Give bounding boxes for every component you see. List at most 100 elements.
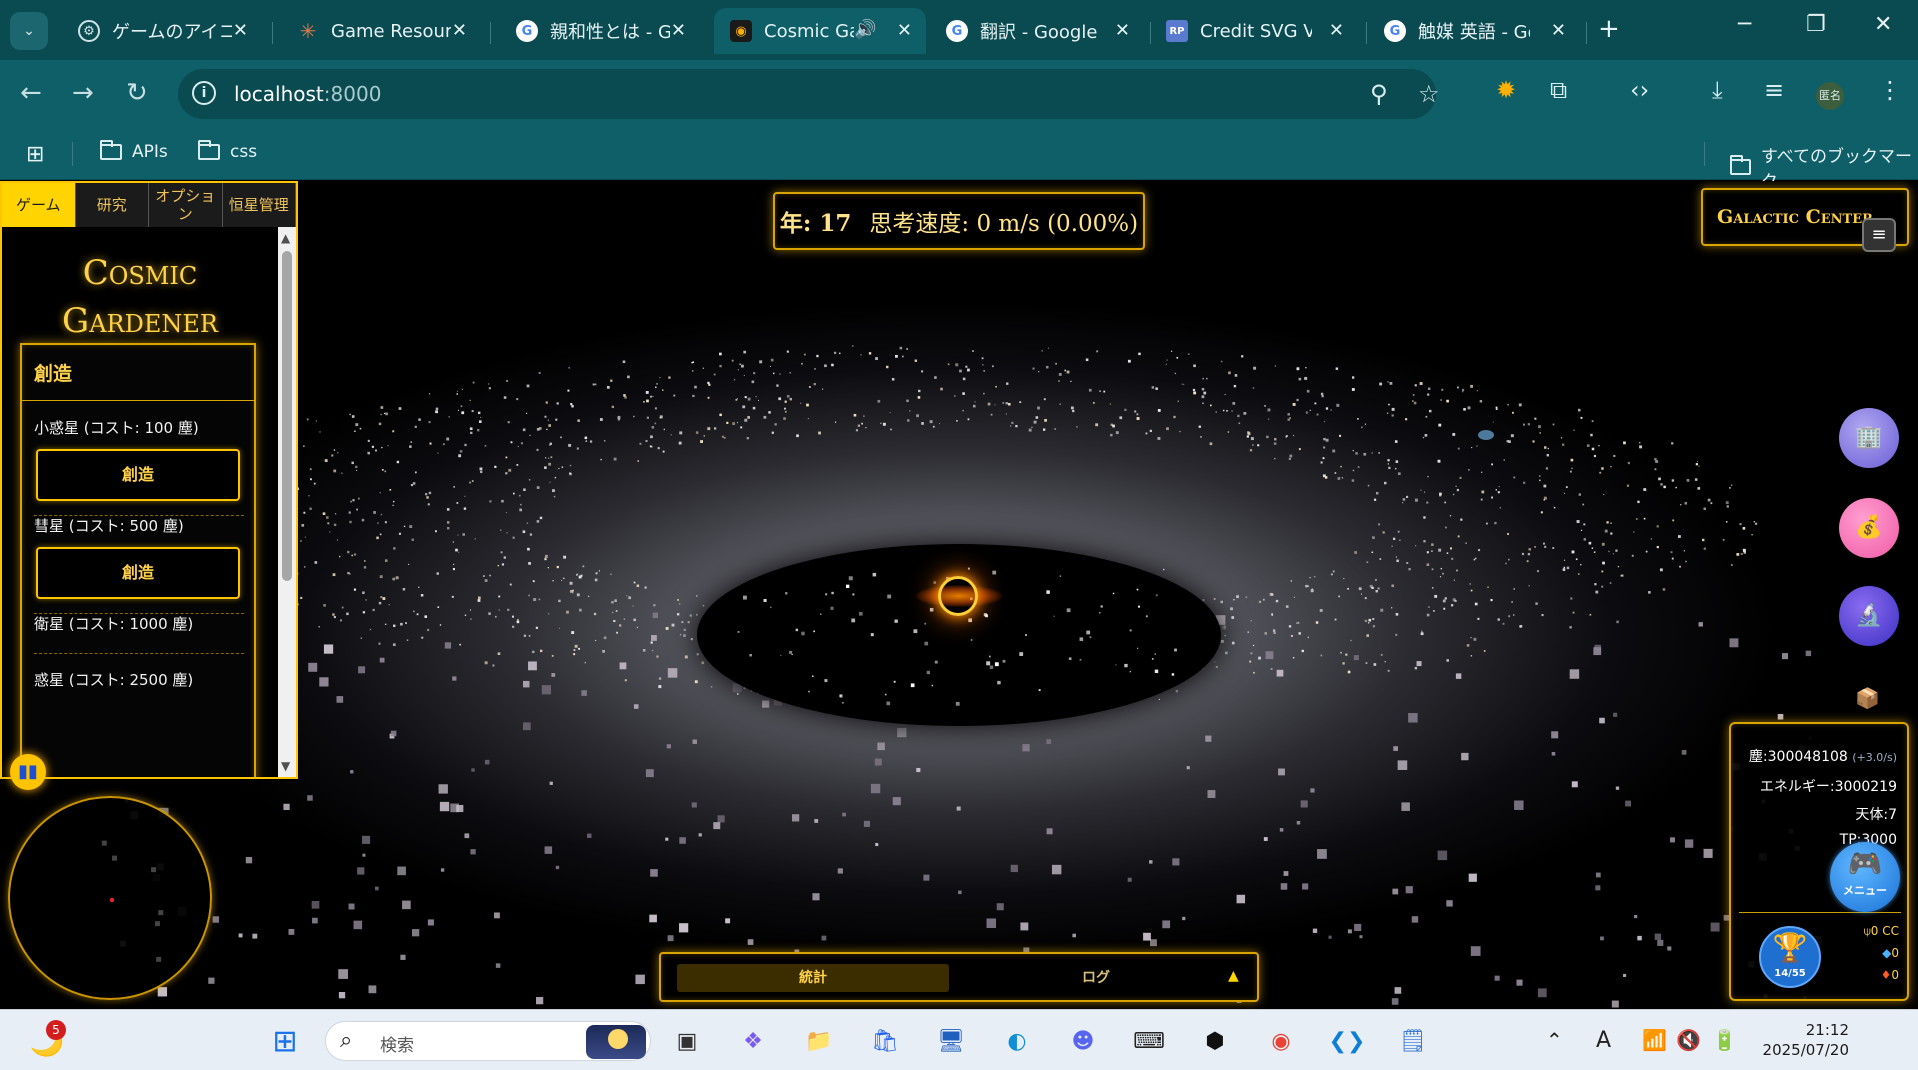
tab-statistics[interactable]: 統計 xyxy=(677,964,949,992)
bookmark-star-icon[interactable]: ☆ xyxy=(1418,80,1440,108)
star xyxy=(501,563,505,566)
star xyxy=(333,616,336,619)
star xyxy=(1268,418,1270,420)
clock[interactable]: 21:12 2025/07/20 xyxy=(1757,1020,1849,1060)
extension-icon[interactable]: ✹ xyxy=(1496,76,1516,104)
close-window-icon[interactable]: ✕ xyxy=(1874,12,1892,37)
star xyxy=(962,409,964,412)
hamburger-menu-icon[interactable]: ≡ xyxy=(1862,218,1896,252)
money-bag-icon[interactable]: 💰 xyxy=(1839,498,1899,558)
tab-options[interactable]: オプション xyxy=(149,183,223,227)
ime-indicator[interactable]: A xyxy=(1596,1028,1611,1053)
back-icon[interactable]: ← xyxy=(20,78,42,108)
tab-3[interactable]: G 親和性とは - Go ✕ xyxy=(500,8,700,54)
restore-icon[interactable]: ❐ xyxy=(1806,12,1826,37)
taskbar-search[interactable]: ⌕ 検索 xyxy=(325,1021,651,1061)
tab-log[interactable]: ログ xyxy=(961,964,1231,992)
menu-label: メニュー xyxy=(1843,884,1887,897)
tab-5[interactable]: G 翻訳 - Google 翻 ✕ xyxy=(930,8,1144,54)
download-icon[interactable]: ⤓ xyxy=(1712,76,1723,104)
bookmark-apis[interactable]: APIs xyxy=(100,140,168,162)
star xyxy=(744,396,747,399)
tab-4-active[interactable]: ◉ Cosmic Gardener 🔊 ✕ xyxy=(714,8,926,54)
microsoft-store-icon[interactable]: 🛍 xyxy=(866,1022,904,1060)
wifi-icon[interactable]: 📶 xyxy=(1642,1028,1667,1052)
stats-chart-icon[interactable]: ▮▮ xyxy=(10,754,46,790)
star xyxy=(650,445,653,448)
left-panel-content[interactable]: Cosmic Gardener 創造 小惑星 (コスト: 100 塵) 創造 彗… xyxy=(2,227,278,777)
file-explorer-icon[interactable]: 📁 xyxy=(800,1022,838,1060)
close-icon[interactable]: ✕ xyxy=(1551,20,1566,41)
media-control-icon[interactable]: ≡ xyxy=(1764,76,1784,104)
zoom-icon[interactable]: ⚲ xyxy=(1370,80,1388,108)
windows-start-icon[interactable]: ⊞ xyxy=(266,1022,304,1060)
new-tab-button[interactable]: + xyxy=(1598,14,1620,44)
star xyxy=(1249,449,1253,452)
copilot-icon[interactable]: ❖ xyxy=(734,1022,772,1060)
forward-icon[interactable]: → xyxy=(72,78,94,108)
tab-research[interactable]: 研究 xyxy=(75,183,149,227)
scrollbar-thumb[interactable] xyxy=(282,251,292,581)
star xyxy=(1309,577,1311,579)
profile-avatar[interactable]: 匿名 xyxy=(1816,82,1844,110)
chrome-icon[interactable]: ◉ xyxy=(1262,1022,1300,1060)
reload-icon[interactable]: ↻ xyxy=(126,78,148,108)
minimize-icon[interactable]: ─ xyxy=(1738,12,1751,37)
star xyxy=(1476,390,1478,392)
scroll-down-icon[interactable]: ▼ xyxy=(281,759,290,773)
volume-muted-icon[interactable]: 🔇 xyxy=(1676,1028,1701,1052)
remote-desktop-icon[interactable]: 🖥 xyxy=(932,1022,970,1060)
close-icon[interactable]: ✕ xyxy=(897,20,912,41)
star xyxy=(1637,500,1640,504)
edge-icon[interactable]: ◐ xyxy=(998,1022,1036,1060)
terminal-icon[interactable]: ⌨ xyxy=(1130,1022,1168,1060)
task-view-icon[interactable]: ▣ xyxy=(668,1022,706,1060)
more-menu-icon[interactable]: ⋮ xyxy=(1878,76,1902,104)
close-icon[interactable]: ✕ xyxy=(1329,20,1344,41)
close-icon[interactable]: ✕ xyxy=(452,20,467,41)
show-hidden-icons-icon[interactable]: ⌃ xyxy=(1546,1028,1563,1052)
star xyxy=(1518,403,1522,407)
tab-7[interactable]: G 触媒 英語 - Goo ✕ xyxy=(1368,8,1580,54)
close-icon[interactable]: ✕ xyxy=(233,20,248,41)
notepad-icon[interactable]: 🗒 xyxy=(1394,1022,1432,1060)
building-icon[interactable]: 🏢 xyxy=(1839,408,1899,468)
research-icon[interactable]: 🔬 xyxy=(1839,586,1899,646)
tab-6[interactable]: RP Credit SVG Vect ✕ xyxy=(1150,8,1358,54)
star xyxy=(505,512,507,514)
bookmark-css[interactable]: css xyxy=(198,140,257,162)
create-asteroid-button[interactable]: 創造 xyxy=(36,449,240,501)
minimap[interactable] xyxy=(8,796,212,1000)
speaker-icon[interactable]: 🔊 xyxy=(854,19,876,40)
site-info-icon[interactable]: i xyxy=(192,81,216,105)
tab-search-button[interactable]: ⌄ xyxy=(10,12,48,50)
tab-2[interactable]: ✳ Game Resources ✕ xyxy=(281,8,481,54)
left-panel-scrollbar[interactable]: ▲ ▼ xyxy=(278,227,296,777)
tab-game[interactable]: ゲーム xyxy=(2,183,76,227)
achievements-button[interactable]: 🏆 14/55 xyxy=(1759,926,1821,988)
url-text[interactable]: localhost:8000 xyxy=(234,82,381,106)
gem-value: 0 xyxy=(1891,946,1899,960)
star xyxy=(1686,478,1690,482)
extensions-puzzle-icon[interactable]: ⧉ xyxy=(1550,76,1567,104)
devtools-code-icon[interactable]: ‹› xyxy=(1630,76,1649,104)
tab-star-management[interactable]: 恒星管理 xyxy=(222,183,296,227)
scroll-up-icon[interactable]: ▲ xyxy=(281,231,290,245)
app-icon[interactable]: ⬢ xyxy=(1196,1022,1234,1060)
star xyxy=(529,434,531,436)
star xyxy=(831,591,834,595)
game-menu-button[interactable]: 🎮 メニュー xyxy=(1830,842,1900,912)
expand-up-icon[interactable]: ▲ xyxy=(1228,968,1239,984)
battery-icon[interactable]: 🔋 xyxy=(1712,1028,1737,1052)
tab-1[interactable]: ⚙ ゲームのアイコン ✕ xyxy=(62,8,262,54)
vscode-icon[interactable]: ❮❯ xyxy=(1328,1022,1366,1060)
discord-icon[interactable]: ☻ xyxy=(1064,1022,1102,1060)
game-canvas[interactable]: 年: 17 思考速度: 0 m/s (0.00%) Galactic Cente… xyxy=(0,181,1918,1009)
close-icon[interactable]: ✕ xyxy=(671,20,686,41)
cube-icon[interactable]: 📦 xyxy=(1855,686,1880,710)
apps-grid-icon[interactable]: ⊞ xyxy=(26,142,44,167)
close-icon[interactable]: ✕ xyxy=(1115,20,1130,41)
address-bar[interactable]: i localhost:8000 ⚲ ☆ xyxy=(178,69,1440,119)
central-star[interactable] xyxy=(938,576,978,616)
create-comet-button[interactable]: 創造 xyxy=(36,547,240,599)
